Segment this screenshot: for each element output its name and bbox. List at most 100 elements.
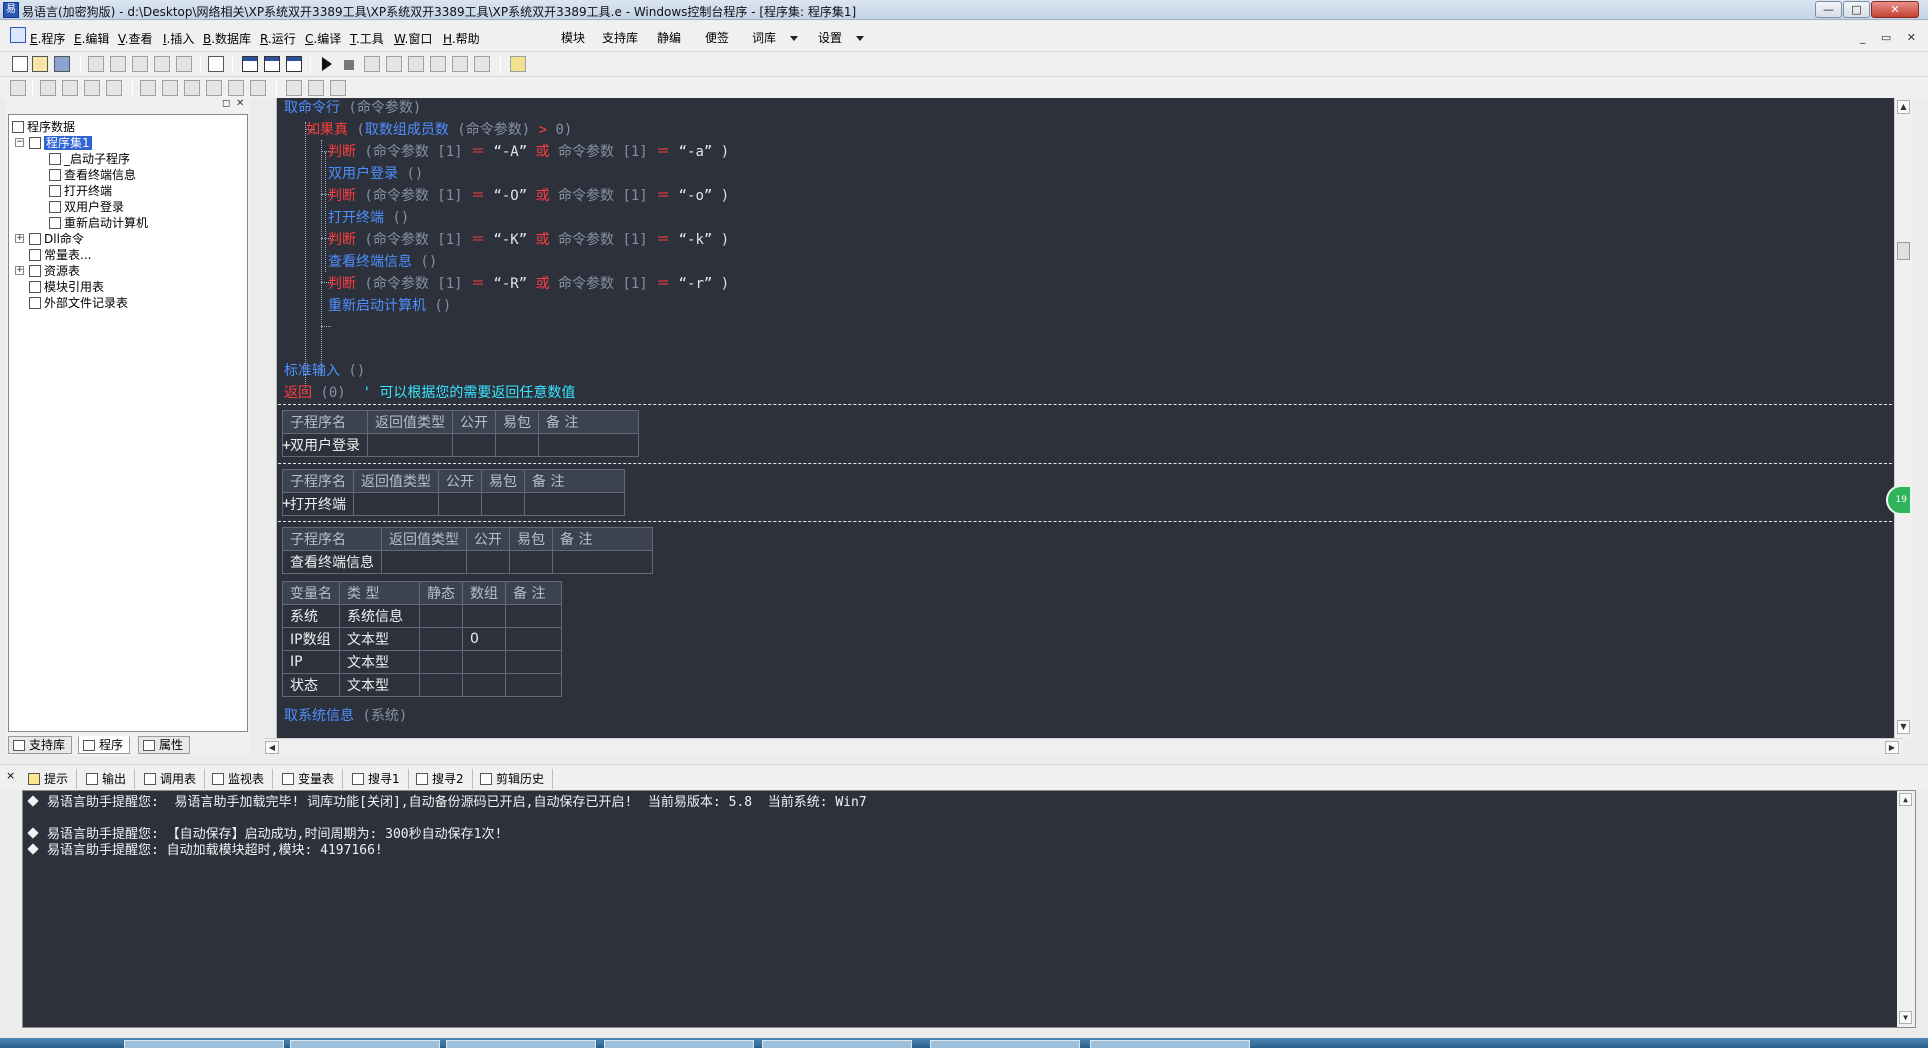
- layout-3-icon[interactable]: [286, 56, 302, 72]
- taskbar-item[interactable]: [124, 1040, 284, 1048]
- document-icon[interactable]: [10, 27, 26, 43]
- maximize-button[interactable]: □: [1843, 1, 1870, 18]
- tab-call-stack[interactable]: 调用表: [142, 769, 206, 789]
- expand-icon[interactable]: +: [15, 234, 24, 243]
- taskbar-item[interactable]: [446, 1040, 596, 1048]
- taskbar-item[interactable]: [1090, 1040, 1250, 1048]
- tree-item-dll[interactable]: Dll命令: [29, 231, 84, 247]
- open-file-icon[interactable]: [32, 56, 48, 72]
- var-name[interactable]: IP: [282, 650, 340, 674]
- tab-clipboard-history[interactable]: 剪辑历史: [478, 769, 554, 789]
- assistant-badge[interactable]: 19: [1886, 485, 1912, 515]
- var-type[interactable]: 文本型: [339, 627, 420, 651]
- code-line-if-true[interactable]: 如果真 (取数组成员数 (命令参数) > 0): [306, 120, 572, 140]
- code-line-return[interactable]: 返回 (0) ' 可以根据您的需要返回任意数值: [284, 383, 575, 403]
- tab-properties[interactable]: 属性: [138, 736, 191, 754]
- editor-vertical-scrollbar[interactable]: ▲ ▼: [1894, 98, 1912, 738]
- run-icon[interactable]: [322, 57, 332, 71]
- step-into-icon[interactable]: [364, 56, 380, 72]
- close-button[interactable]: ✕: [1871, 1, 1919, 18]
- code-line-call-dual-login[interactable]: 双用户登录 (): [328, 164, 423, 184]
- code-line-call-restart[interactable]: 重新启动计算机 (): [328, 296, 451, 316]
- tree-item-sub-open-terminal[interactable]: 打开终端: [49, 183, 112, 199]
- pin-icon[interactable]: ◻: [222, 98, 230, 109]
- new-file-icon[interactable]: [12, 56, 28, 72]
- var-type[interactable]: 文本型: [339, 673, 420, 697]
- tree-item-sub-dual-login[interactable]: 双用户登录: [49, 199, 124, 215]
- taskbar-item[interactable]: [930, 1040, 1080, 1048]
- var-name[interactable]: IP数组: [282, 627, 340, 651]
- collapse-icon[interactable]: −: [15, 138, 24, 147]
- tree-item-constants[interactable]: 常量表...: [29, 247, 91, 263]
- code-line-call-open-terminal[interactable]: 打开终端 (): [328, 208, 409, 228]
- code-line-stdin[interactable]: 标准输入 (): [284, 361, 365, 381]
- scroll-right-icon[interactable]: ▶: [1885, 741, 1899, 754]
- menu-program[interactable]: E.程序: [30, 30, 65, 47]
- mdi-window-buttons[interactable]: _ ▭ ✕: [1860, 31, 1922, 44]
- assistant-icon[interactable]: [510, 56, 526, 72]
- cut-icon[interactable]: [88, 56, 104, 72]
- menu-window[interactable]: W.窗口: [394, 30, 432, 47]
- sub-name[interactable]: 打开终端: [282, 492, 354, 516]
- scroll-down-icon[interactable]: ▼: [1899, 1011, 1912, 1024]
- scroll-up-icon[interactable]: ▲: [1899, 793, 1912, 806]
- menu-word-library[interactable]: 词库: [752, 29, 799, 46]
- redo-icon[interactable]: [176, 56, 192, 72]
- code-line-judge-o[interactable]: 判断 (命令参数 [1] ＝ “-O” 或 命令参数 [1] ＝ “-o” ): [328, 186, 729, 206]
- tab-search2[interactable]: 搜寻2: [414, 769, 473, 789]
- code-line-get-cmdline[interactable]: 取命令行 (命令参数): [284, 98, 421, 118]
- copy-icon[interactable]: [110, 56, 126, 72]
- undo-icon[interactable]: [154, 56, 170, 72]
- code-area[interactable]: 取命令行 (命令参数) 如果真 (取数组成员数 (命令参数) > 0) 判断 (…: [278, 98, 1912, 738]
- scroll-up-icon[interactable]: ▲: [1897, 100, 1910, 114]
- tree-root[interactable]: 程序数据: [12, 119, 75, 135]
- close-icon[interactable]: ✕: [236, 98, 244, 109]
- menu-module[interactable]: 模块: [561, 29, 585, 46]
- code-line-get-sysinfo[interactable]: 取系统信息 (系统): [284, 706, 407, 726]
- taskbar-item[interactable]: [604, 1040, 754, 1048]
- sub-name[interactable]: 双用户登录: [282, 433, 368, 457]
- taskbar-item[interactable]: [762, 1040, 912, 1048]
- paste-icon[interactable]: [132, 56, 148, 72]
- expand-sub-icon[interactable]: +: [282, 494, 291, 512]
- stop-icon[interactable]: [344, 60, 354, 70]
- hand-icon[interactable]: [474, 56, 490, 72]
- menu-static-compile[interactable]: 静编: [657, 29, 681, 46]
- menu-support-library[interactable]: 支持库: [602, 29, 638, 46]
- menu-insert[interactable]: I.插入: [163, 30, 194, 47]
- run-to-cursor-icon[interactable]: [430, 56, 446, 72]
- code-line-judge-r[interactable]: 判断 (命令参数 [1] ＝ “-R” 或 命令参数 [1] ＝ “-r” ): [328, 274, 729, 294]
- tab-output[interactable]: 输出: [84, 769, 136, 789]
- var-name[interactable]: 系统: [282, 604, 340, 628]
- minimize-button[interactable]: —: [1815, 1, 1842, 18]
- editor-horizontal-scrollbar[interactable]: ◀ ▶: [263, 738, 1903, 755]
- menu-edit[interactable]: E.编辑: [74, 30, 109, 47]
- var-type[interactable]: 系统信息: [339, 604, 420, 628]
- tab-program[interactable]: 程序: [78, 736, 131, 754]
- step-out-icon[interactable]: [408, 56, 424, 72]
- menu-run[interactable]: R.运行: [260, 30, 296, 47]
- var-type[interactable]: 文本型: [339, 650, 420, 674]
- tree-item-sub-view-terminal[interactable]: 查看终端信息: [49, 167, 136, 183]
- code-line-judge-a[interactable]: 判断 (命令参数 [1] ＝ “-A” 或 命令参数 [1] ＝ “-a” ): [328, 142, 729, 162]
- tab-search1[interactable]: 搜寻1: [350, 769, 409, 789]
- menu-compile[interactable]: C.编译: [305, 30, 341, 47]
- tab-tips[interactable]: 提示: [26, 769, 78, 789]
- expand-icon[interactable]: +: [15, 266, 24, 275]
- menu-help[interactable]: H.帮助: [443, 30, 480, 47]
- scroll-down-icon[interactable]: ▼: [1897, 720, 1910, 734]
- code-line-call-view-terminal[interactable]: 查看终端信息 (): [328, 252, 437, 272]
- tree-item-module-refs[interactable]: 模块引用表: [29, 279, 104, 295]
- expand-sub-icon[interactable]: +: [282, 436, 291, 454]
- menu-tools[interactable]: T.工具: [350, 30, 384, 47]
- tree-item-sub-restart[interactable]: 重新启动计算机: [49, 215, 148, 231]
- tree-item-assembly[interactable]: 程序集1: [29, 135, 92, 151]
- tab-variables[interactable]: 变量表: [280, 769, 344, 789]
- tree-item-external-files[interactable]: 外部文件记录表: [29, 295, 128, 311]
- tree-item-sub-start[interactable]: _启动子程序: [49, 151, 130, 167]
- layout-2-icon[interactable]: [264, 56, 280, 72]
- menu-view[interactable]: V.查看: [118, 30, 153, 47]
- tree-item-resources[interactable]: 资源表: [29, 263, 80, 279]
- tab-support-library[interactable]: 支持库: [8, 736, 73, 754]
- menu-settings[interactable]: 设置: [818, 29, 865, 46]
